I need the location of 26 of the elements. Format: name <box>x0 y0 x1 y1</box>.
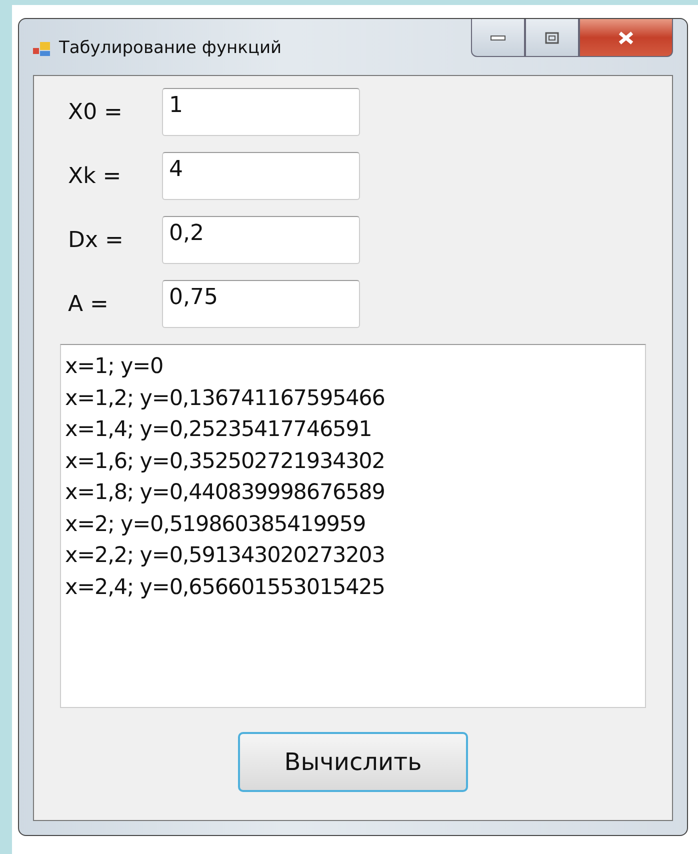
window-icon <box>33 41 51 57</box>
minimize-icon <box>490 34 506 40</box>
window-title: Табулирование функций <box>59 38 282 58</box>
input-field[interactable]: 4 <box>162 152 360 200</box>
output-line: x=1,2; y=0,136741167595466 <box>65 384 386 412</box>
output-line: x=2,2; y=0,591343020273203 <box>65 542 386 570</box>
output-line: x=2,4; y=0,656601553015425 <box>65 574 386 602</box>
output-line: x=1; y=0 <box>65 353 164 381</box>
output-line: x=1,8; y=0,440839998676589 <box>65 479 386 507</box>
maximize-icon <box>545 32 559 44</box>
output-line: x=2; y=0,519860385419959 <box>65 510 367 538</box>
input-field[interactable]: 0,75 <box>162 280 360 328</box>
output-box[interactable]: x=1; y=0 x=1,2; y=0,136741167595466 x=1,4; y=0,25235417746591 x=1,6; y=0,352502721934302 x=1,8; y=0,440839998676589 x=2; y=0,519860385419959 x=2,2; y=0,591343020273203 x=2,4; y=0,656601553015425 <box>60 344 646 708</box>
calculate-button[interactable]: Вычислить <box>238 732 468 792</box>
field-label: A = <box>68 292 110 316</box>
input-field[interactable]: 1 <box>162 88 360 136</box>
close-button[interactable] <box>579 19 673 57</box>
close-icon <box>618 30 634 44</box>
output-line: x=1,6; y=0,352502721934302 <box>65 448 386 476</box>
field-label: X0 = <box>68 100 124 124</box>
output-line: x=1,4; y=0,25235417746591 <box>65 416 373 444</box>
field-label: Dx = <box>68 228 124 252</box>
maximize-button[interactable] <box>525 19 579 57</box>
input-field[interactable]: 0,2 <box>162 216 360 264</box>
minimize-button[interactable] <box>471 19 525 57</box>
field-label: Xk = <box>68 164 122 188</box>
